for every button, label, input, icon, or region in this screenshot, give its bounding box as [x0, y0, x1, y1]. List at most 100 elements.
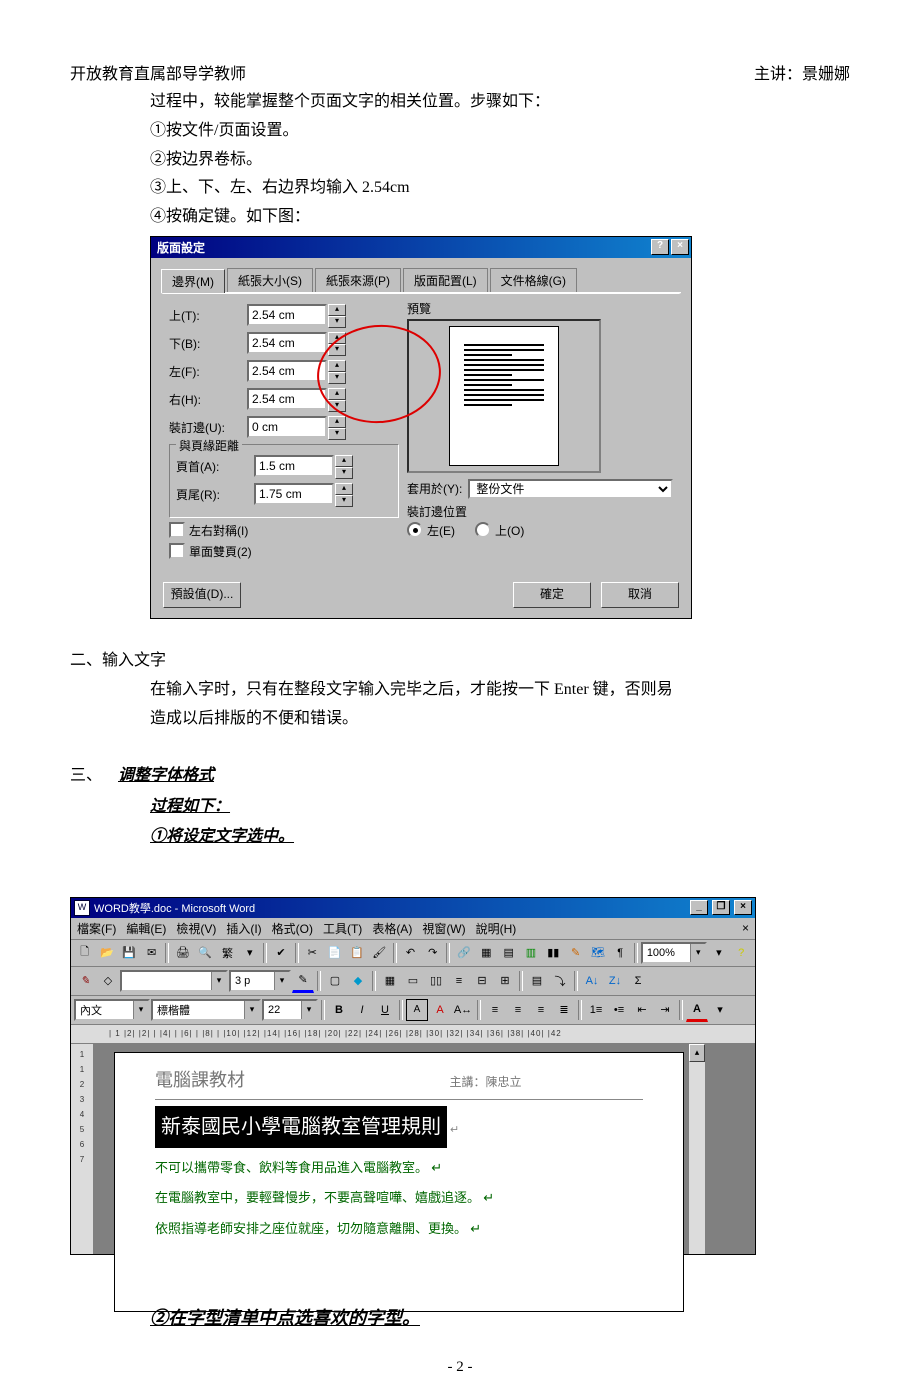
new-icon[interactable]: 🗋 — [74, 942, 95, 964]
distribute-cols-icon[interactable]: ⊞ — [494, 970, 516, 992]
print-icon[interactable]: 🖨 — [172, 942, 193, 964]
spin-down-icon[interactable]: ▾ — [328, 400, 346, 412]
tab-layout[interactable]: 版面配置(L) — [403, 268, 488, 292]
show-hide-icon[interactable]: ¶ — [610, 942, 631, 964]
help-icon[interactable]: ? — [731, 942, 752, 964]
menu-window[interactable]: 視窗(W) — [422, 920, 465, 937]
char-scaling-icon[interactable]: A↔ — [452, 999, 474, 1021]
text-direction-icon[interactable]: ⤵ — [549, 970, 571, 992]
line-weight-combo[interactable]: 3 p — [229, 970, 291, 992]
tab-doc-grid[interactable]: 文件格線(G) — [490, 268, 577, 292]
excel-icon[interactable]: ▥ — [520, 942, 541, 964]
vertical-ruler[interactable]: 1 1 2 3 4 5 6 7 — [71, 1044, 94, 1254]
bullets-icon[interactable]: •≡ — [608, 999, 630, 1021]
decrease-indent-icon[interactable]: ⇤ — [631, 999, 653, 1021]
zoom-combo[interactable]: 100% — [641, 942, 707, 964]
margin-right-input[interactable] — [247, 388, 327, 410]
line-style-combo[interactable] — [120, 970, 228, 992]
spin-up-icon[interactable]: ▴ — [328, 416, 346, 428]
border-icon[interactable]: ▢ — [324, 970, 346, 992]
print-preview-icon[interactable]: 🔍 — [195, 942, 216, 964]
tab-paper-source[interactable]: 紙張來源(P) — [315, 268, 401, 292]
spin-up-icon[interactable]: ▴ — [335, 455, 353, 467]
ok-button[interactable]: 確定 — [513, 582, 591, 608]
insert-table-icon[interactable]: ▤ — [498, 942, 519, 964]
redo-icon[interactable]: ↷ — [422, 942, 443, 964]
columns-icon[interactable]: ▮▮ — [543, 942, 564, 964]
spin-down-icon[interactable]: ▾ — [328, 428, 346, 440]
font-color-icon[interactable]: A — [686, 998, 708, 1022]
increase-indent-icon[interactable]: ⇥ — [654, 999, 676, 1021]
italic-icon[interactable]: I — [351, 999, 373, 1021]
cancel-button[interactable]: 取消 — [601, 582, 679, 608]
hyperlink-icon[interactable]: 🔗 — [453, 942, 474, 964]
mail-icon[interactable]: ✉ — [141, 942, 162, 964]
paste-icon[interactable]: 📋 — [346, 942, 367, 964]
cut-icon[interactable]: ✂ — [302, 942, 323, 964]
tab-margins[interactable]: 邊界(M) — [161, 269, 225, 293]
window-close-icon[interactable]: × — [734, 900, 752, 915]
char-shading-icon[interactable]: A — [429, 999, 451, 1021]
tab-paper-size[interactable]: 紙張大小(S) — [227, 268, 313, 292]
align-right-icon[interactable]: ≡ — [530, 999, 552, 1021]
char-border-icon[interactable]: A — [406, 999, 428, 1021]
drawing-icon[interactable]: ✎ — [565, 942, 586, 964]
spin-up-icon[interactable]: ▴ — [328, 304, 346, 316]
underline-icon[interactable]: U — [374, 999, 396, 1021]
spin-down-icon[interactable]: ▾ — [328, 344, 346, 356]
spin-up-icon[interactable]: ▴ — [328, 388, 346, 400]
maximize-icon[interactable]: ❐ — [712, 900, 730, 915]
document-page[interactable]: 電腦課教材 主講：陳忠立 新泰國民小學電腦教室管理規則 ↵ 不可以攜帶零食、飲料… — [114, 1052, 684, 1312]
menu-insert[interactable]: 插入(I) — [226, 920, 261, 937]
chevron-down-icon[interactable]: ▾ — [709, 999, 731, 1021]
document-map-icon[interactable]: 🗺 — [587, 942, 608, 964]
copy-icon[interactable]: 📄 — [324, 942, 345, 964]
spin-down-icon[interactable]: ▾ — [328, 372, 346, 384]
eraser-icon[interactable]: ◇ — [97, 970, 119, 992]
help-icon[interactable]: ? — [651, 239, 669, 255]
margin-left-input[interactable] — [247, 360, 327, 382]
distribute-rows-icon[interactable]: ⊟ — [471, 970, 493, 992]
border-color-icon[interactable]: ✎ — [292, 969, 314, 993]
insert-table-icon[interactable]: ▦ — [379, 970, 401, 992]
menu-edit[interactable]: 編輯(E) — [126, 920, 166, 937]
open-icon[interactable]: 📂 — [96, 942, 117, 964]
save-icon[interactable]: 💾 — [119, 942, 140, 964]
align-left-icon[interactable]: ≡ — [484, 999, 506, 1021]
menu-format[interactable]: 格式(O) — [272, 920, 313, 937]
sort-desc-icon[interactable]: Z↓ — [604, 970, 626, 992]
spin-up-icon[interactable]: ▴ — [335, 483, 353, 495]
undo-icon[interactable]: ↶ — [400, 942, 421, 964]
sort-asc-icon[interactable]: A↓ — [581, 970, 603, 992]
scroll-up-icon[interactable]: ▴ — [689, 1044, 705, 1062]
default-button[interactable]: 預設值(D)... — [163, 582, 241, 608]
font-combo[interactable]: 標楷體 — [151, 999, 261, 1021]
menu-tools[interactable]: 工具(T) — [323, 920, 362, 937]
merge-cells-icon[interactable]: ▭ — [402, 970, 424, 992]
table-autoformat-icon[interactable]: ▤ — [526, 970, 548, 992]
horizontal-ruler[interactable]: | 1 |2| |2| | |4| | |6| | |8| | |10| |12… — [71, 1025, 755, 1044]
chevron-down-icon[interactable]: ▾ — [708, 942, 729, 964]
split-cells-icon[interactable]: ▯▯ — [425, 970, 447, 992]
close-icon[interactable]: × — [671, 239, 689, 255]
align-icon[interactable]: ≡ — [448, 970, 470, 992]
margin-top-input[interactable] — [247, 304, 327, 326]
margin-bottom-input[interactable] — [247, 332, 327, 354]
tables-borders-icon[interactable]: ▦ — [476, 942, 497, 964]
align-center-icon[interactable]: ≡ — [507, 999, 529, 1021]
chevron-down-icon[interactable]: ▾ — [239, 942, 260, 964]
menu-help[interactable]: 說明(H) — [476, 920, 517, 937]
doc-close-icon[interactable]: × — [742, 921, 749, 935]
menu-table[interactable]: 表格(A) — [372, 920, 412, 937]
spin-up-icon[interactable]: ▴ — [328, 332, 346, 344]
footer-dist-input[interactable] — [254, 483, 334, 505]
two-per-page-checkbox[interactable] — [169, 543, 185, 559]
ime-icon[interactable]: 繁 — [217, 942, 238, 964]
mirror-margins-checkbox[interactable] — [169, 522, 185, 538]
spellcheck-icon[interactable]: ✔ — [270, 942, 291, 964]
menu-file[interactable]: 檔案(F) — [77, 920, 116, 937]
font-size-combo[interactable]: 22 — [262, 999, 318, 1021]
numbering-icon[interactable]: 1≡ — [585, 999, 607, 1021]
bold-icon[interactable]: B — [328, 999, 350, 1021]
spin-down-icon[interactable]: ▾ — [328, 316, 346, 328]
